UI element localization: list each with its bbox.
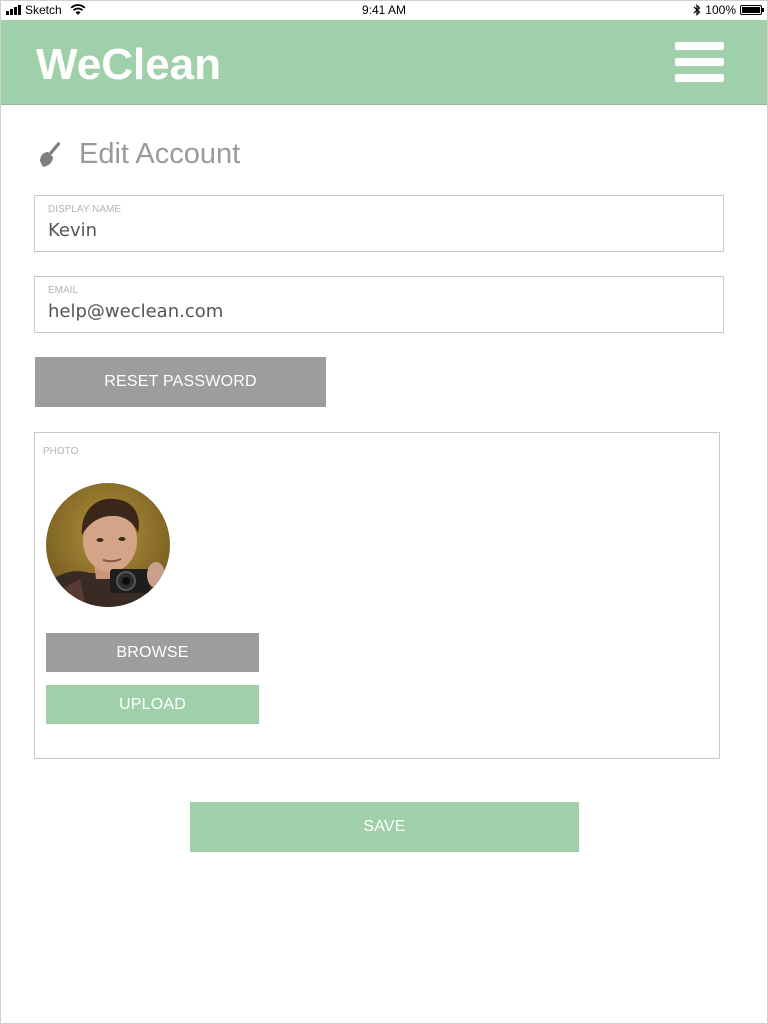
brand-logo[interactable]: WeClean xyxy=(36,40,221,90)
display-name-label: DISPLAY NAME xyxy=(48,204,121,215)
hamburger-menu-icon[interactable] xyxy=(675,42,725,84)
display-name-field[interactable]: DISPLAY NAME xyxy=(34,195,724,252)
broom-icon xyxy=(40,142,61,167)
status-bar-right: 100% xyxy=(693,3,764,17)
bluetooth-icon xyxy=(693,4,701,16)
photo-label: PHOTO xyxy=(43,446,79,457)
page-title: Edit Account xyxy=(79,137,241,170)
battery-fill xyxy=(742,7,760,13)
app-header: WeClean xyxy=(1,20,767,105)
status-time: 9:41 AM xyxy=(361,3,407,17)
email-input[interactable] xyxy=(48,301,698,322)
battery-percent: 100% xyxy=(705,3,736,17)
browse-button[interactable]: BROWSE xyxy=(46,633,259,672)
status-bar: Sketch 9:41 AM 100% xyxy=(0,0,768,20)
display-name-input[interactable] xyxy=(48,220,698,241)
reset-password-button[interactable]: RESET PASSWORD xyxy=(35,357,326,407)
photo-panel: PHOTO BROWSE UPLOAD xyxy=(34,432,720,759)
page-title-row: Edit Account xyxy=(36,134,240,174)
email-label: EMAIL xyxy=(48,285,79,296)
avatar xyxy=(46,483,170,607)
email-field[interactable]: EMAIL xyxy=(34,276,724,333)
upload-button[interactable]: UPLOAD xyxy=(46,685,259,724)
save-button[interactable]: SAVE xyxy=(190,802,579,852)
battery-icon xyxy=(740,5,764,15)
